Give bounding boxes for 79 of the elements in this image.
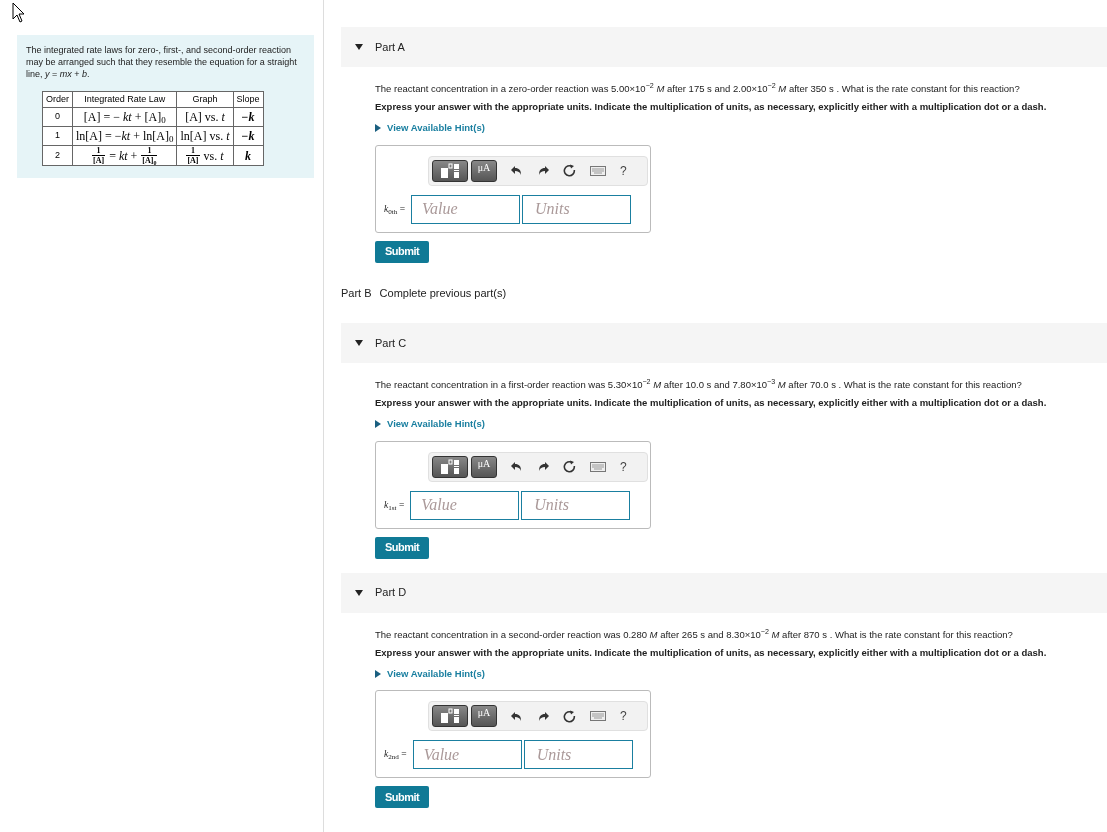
units-field[interactable]: Units — [521, 490, 631, 520]
fraction: 1 [A] — [92, 146, 106, 165]
submit-button[interactable]: Submit — [375, 240, 430, 263]
part-title: Part D — [375, 585, 407, 601]
part-title: Part A — [375, 39, 405, 55]
template-button[interactable] — [432, 705, 468, 727]
answer-label: k$_{2nd}$ = — [384, 748, 407, 762]
column-header: Slope — [233, 91, 264, 108]
question-text: The reactant concentration in a first-order reaction was 5.30×10$^{−2}$ M after 10.0 s and 7.80×10$^{−3}$ M after 70.0 s . What is the rate constant for this reaction? — [375, 377, 1023, 392]
units-button[interactable]: μA — [471, 455, 497, 478]
question-text: The reactant concentration in a second-order reaction was 0.280 M after 265 s and 8.30×10$^{−2}$ M after 870 s . What is the rate constant for this reaction? — [375, 626, 1014, 642]
submit-button[interactable]: Submit — [375, 786, 430, 808]
help-button[interactable]: ? — [620, 457, 627, 476]
instructions-text: Express your answer with the appropriate units. Indicate the multiplication of units, as necessary, explicitly either with a multiplication dot or a dash. — [375, 396, 1048, 410]
collapse-caret-icon[interactable] — [355, 588, 363, 597]
template-icon — [439, 708, 461, 724]
question-text: The reactant concentration in a zero-order reaction was 5.00×10$^{−2}$ M after 175 s and 2.00×10$^{−2}$ M after 350 s . What is the rate constant for this reaction? — [375, 81, 1021, 96]
intro-text: The integrated rate laws for zero-, first-, and second-order reaction may be arranged such that they resemble the equation for a straight line, y = mx + b. — [26, 44, 298, 80]
table-cell: 1 — [42, 126, 73, 146]
rate-law-text: ln[A] = −kt + ln[A]$_{0}$ — [76, 128, 174, 145]
graph-text: [A] vs. t — [185, 109, 225, 126]
fraction: 1 [A]$_{0}$ — [141, 146, 158, 165]
reset-icon[interactable] — [563, 709, 576, 723]
hint-link[interactable]: View Available Hint(s) — [375, 417, 485, 432]
graph-text: ln[A] vs. t — [180, 128, 230, 145]
units-button[interactable]: μA — [471, 159, 497, 182]
expand-caret-icon — [375, 669, 381, 678]
units-field[interactable]: Units — [523, 740, 633, 769]
rate-law-text: [A] = − kt + [A]$_{0}$ — [83, 109, 166, 126]
column-header: Order — [42, 91, 73, 108]
column-header: Graph — [177, 91, 233, 108]
keyboard-icon[interactable] — [590, 165, 606, 176]
undo-icon[interactable] — [511, 461, 523, 472]
slope-text: −k — [241, 129, 255, 143]
undo-icon[interactable] — [511, 165, 523, 176]
part-title: Part C — [375, 335, 407, 351]
answer-label: k$_{1st}$ = — [384, 498, 405, 513]
value-field[interactable]: Value — [410, 490, 520, 520]
table-cell: 0 — [42, 107, 73, 127]
slope-text: k — [245, 148, 251, 163]
graph-text: vs. t — [203, 147, 224, 165]
hint-link[interactable]: View Available Hint(s) — [375, 121, 485, 136]
fraction: 1 [A] — [186, 146, 200, 165]
redo-icon[interactable] — [537, 461, 549, 472]
template-icon — [439, 162, 461, 179]
redo-icon[interactable] — [537, 710, 549, 722]
part-header[interactable]: Part D — [341, 572, 1107, 613]
template-icon — [439, 458, 461, 475]
expand-caret-icon — [375, 420, 381, 429]
part-header[interactable]: Part A — [341, 27, 1107, 67]
table-cell: 2 — [42, 145, 73, 166]
value-field[interactable]: Value — [411, 194, 521, 224]
help-button[interactable]: ? — [620, 707, 627, 725]
template-button[interactable] — [432, 159, 468, 182]
answer-label: k$_{0th}$ = — [384, 202, 406, 217]
instructions-text: Express your answer with the appropriate units. Indicate the multiplication of units, as necessary, explicitly either with a multiplication dot or a dash. — [375, 100, 1048, 114]
instructions-text: Express your answer with the appropriate units. Indicate the multiplication of units, as necessary, explicitly either with a multiplication dot or a dash. — [375, 645, 1048, 660]
collapse-caret-icon[interactable] — [355, 339, 363, 347]
part-header[interactable]: Part C — [341, 323, 1107, 363]
units-field[interactable]: Units — [522, 194, 632, 224]
help-button[interactable]: ? — [620, 161, 627, 180]
rate-law-text: = kt + — [109, 147, 138, 165]
template-button[interactable] — [432, 455, 468, 478]
keyboard-icon[interactable] — [590, 711, 606, 721]
keyboard-icon[interactable] — [590, 461, 606, 472]
part-status: Complete previous part(s) — [379, 285, 507, 301]
part-title: Part B — [341, 285, 372, 301]
reset-icon[interactable] — [563, 460, 576, 473]
hint-link[interactable]: View Available Hint(s) — [375, 666, 485, 681]
column-header: Integrated Rate Law — [72, 91, 177, 108]
submit-button[interactable]: Submit — [375, 536, 430, 559]
units-button[interactable]: μA — [471, 705, 497, 727]
expand-caret-icon — [375, 124, 381, 133]
undo-icon[interactable] — [511, 710, 523, 722]
value-field[interactable]: Value — [412, 740, 522, 769]
redo-icon[interactable] — [537, 165, 549, 176]
slope-text: −k — [241, 110, 255, 124]
reset-icon[interactable] — [563, 164, 576, 177]
collapse-caret-icon[interactable] — [355, 43, 363, 51]
